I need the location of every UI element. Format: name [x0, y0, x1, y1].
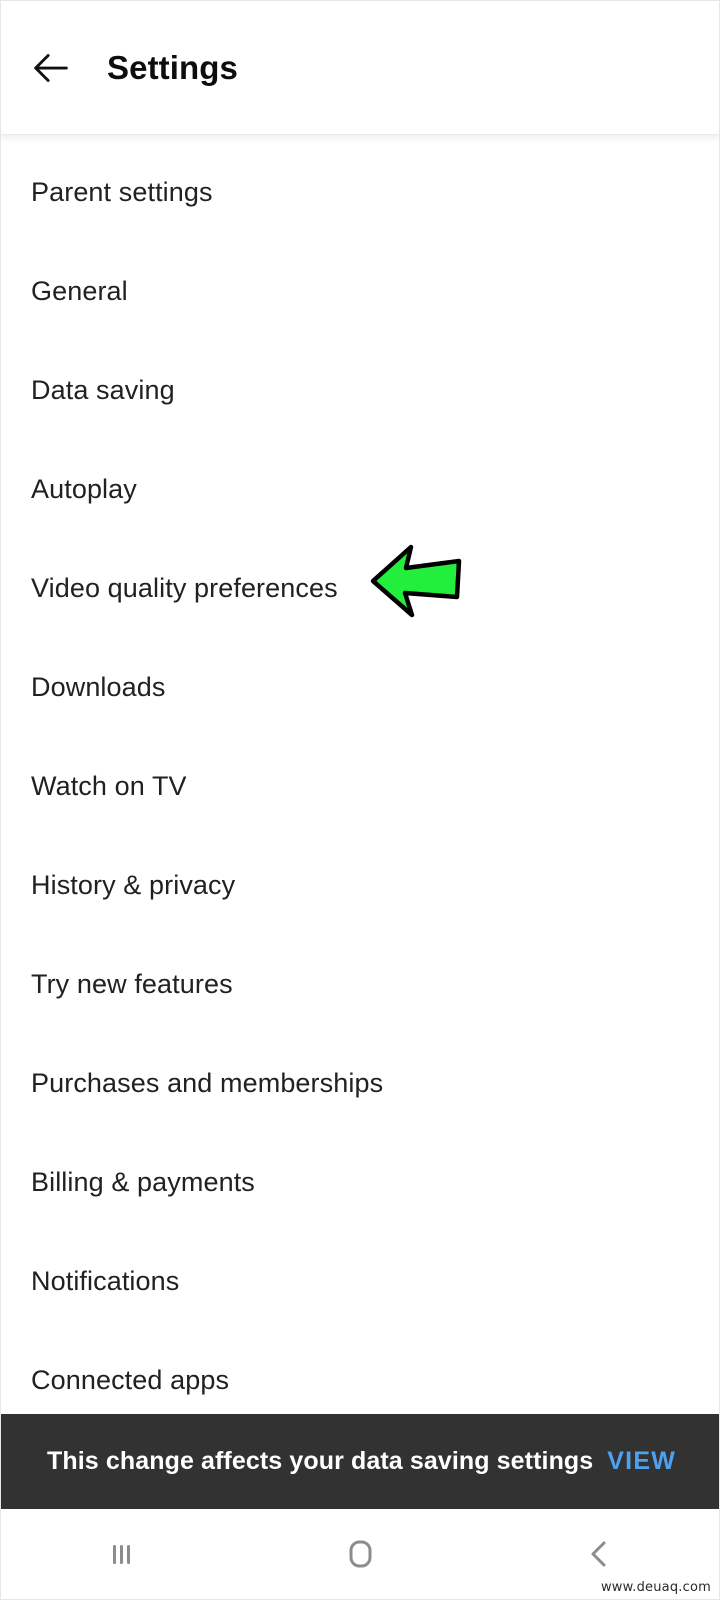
phone-screen: Settings Parent settings General Data sa…: [0, 0, 720, 1600]
sidebar-item-data-saving[interactable]: Data saving: [1, 341, 719, 440]
sidebar-item-video-quality-preferences[interactable]: Video quality preferences: [1, 539, 719, 638]
sidebar-item-try-new-features[interactable]: Try new features: [1, 935, 719, 1034]
settings-list: Parent settings General Data saving Auto…: [1, 143, 719, 1430]
app-bar-shadow: [1, 135, 719, 143]
snackbar-message: This change affects your data saving set…: [47, 1447, 594, 1475]
list-item-label: Downloads: [31, 672, 166, 703]
list-item-label: Try new features: [31, 969, 233, 1000]
list-item-label: General: [31, 276, 128, 307]
page-title: Settings: [107, 49, 238, 86]
home-button[interactable]: [240, 1509, 479, 1599]
recents-icon: [101, 1534, 141, 1574]
list-item-label: Data saving: [31, 375, 175, 406]
back-chevron-icon: [579, 1534, 619, 1574]
sidebar-item-autoplay[interactable]: Autoplay: [1, 440, 719, 539]
app-bar: Settings: [1, 1, 719, 134]
list-item-label: Parent settings: [31, 177, 213, 208]
list-item-label: History & privacy: [31, 870, 236, 901]
sidebar-item-general[interactable]: General: [1, 242, 719, 341]
sidebar-item-watch-on-tv[interactable]: Watch on TV: [1, 737, 719, 836]
list-item-label: Notifications: [31, 1266, 180, 1297]
sidebar-item-purchases-and-memberships[interactable]: Purchases and memberships: [1, 1034, 719, 1133]
list-item-label: Connected apps: [31, 1365, 230, 1396]
list-item-label: Billing & payments: [31, 1167, 255, 1198]
sidebar-item-downloads[interactable]: Downloads: [1, 638, 719, 737]
snackbar: This change affects your data saving set…: [1, 1414, 719, 1509]
home-icon: [338, 1532, 382, 1576]
list-item-label: Autoplay: [31, 474, 137, 505]
recents-button[interactable]: [1, 1509, 240, 1599]
watermark: www.deuaq.com: [600, 1580, 711, 1595]
list-item-label: Video quality preferences: [31, 573, 338, 604]
list-item-label: Purchases and memberships: [31, 1068, 384, 1099]
sidebar-item-parent-settings[interactable]: Parent settings: [1, 143, 719, 242]
sidebar-item-billing-payments[interactable]: Billing & payments: [1, 1133, 719, 1232]
sidebar-item-notifications[interactable]: Notifications: [1, 1232, 719, 1331]
arrow-left-icon: [28, 45, 74, 91]
app-bar-divider: [1, 134, 719, 135]
list-item-label: Watch on TV: [31, 771, 187, 802]
back-button[interactable]: [23, 40, 79, 96]
view-button[interactable]: VIEW: [607, 1447, 676, 1476]
sidebar-item-history-privacy[interactable]: History & privacy: [1, 836, 719, 935]
